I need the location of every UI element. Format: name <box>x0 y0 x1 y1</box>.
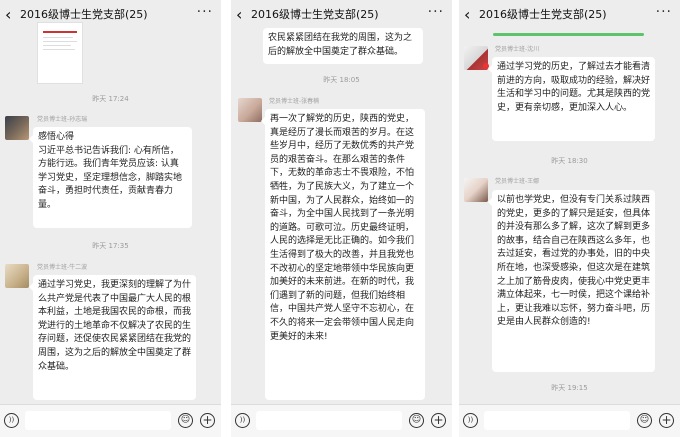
plus-icon[interactable]: + <box>431 413 446 428</box>
chat-header: ‹ 2016级博士生党支部(25) ··· <box>0 0 221 30</box>
chevron-left-icon[interactable]: ‹ <box>464 6 470 24</box>
message-text: 感悟心得 习近平总书记告诉我们: 心有所信，方能行远。我们青年党员应该: 认真学… <box>38 132 183 210</box>
message-text: 以前也学党史，但没有专门关系过陕西的党史，更多的了解只是延安，但具体的并没有那么… <box>497 195 651 328</box>
sender-name: 党员博士班-沈川 <box>495 46 540 53</box>
emoji-icon[interactable]: ☺ <box>178 413 193 428</box>
chat-panel-1: ‹ 2016级博士生党支部(25) ··· 昨天 17:24 党员博士班-孙志瑞… <box>0 0 221 437</box>
input-bar: )) ☺ + <box>0 404 221 437</box>
timestamp: 昨天 17:35 <box>92 242 129 250</box>
emoji-icon[interactable]: ☺ <box>409 413 424 428</box>
message-bubble[interactable]: 通过学习党史，我更深刻的理解了为什么共产党是代表了中国最广大人民的根本利益，土地… <box>29 275 196 400</box>
message-text: 再一次了解党的历史，陕西的党史，真是经历了漫长而艰苦的岁月。在这些岁月中，经历了… <box>270 114 415 342</box>
more-dots-icon[interactable]: ··· <box>656 4 672 20</box>
message-bubble[interactable]: 以前也学党史，但没有专门关系过陕西的党史，更多的了解只是延安，但具体的并没有那么… <box>488 190 655 372</box>
avatar[interactable] <box>238 98 262 122</box>
message-text: 通过学习党的历史，了解过去才能看清前进的方向，吸取成功的经验，解决好生活和学习中… <box>497 62 651 113</box>
avatar[interactable] <box>464 178 488 202</box>
voice-icon[interactable]: )) <box>235 413 250 428</box>
message-bubble[interactable]: 感悟心得 习近平总书记告诉我们: 心有所信，方能行远。我们青年党员应该: 认真学… <box>29 127 192 228</box>
timestamp: 昨天 18:05 <box>323 76 360 84</box>
plus-icon[interactable]: + <box>200 413 215 428</box>
sender-name: 党员博士班-孙志瑞 <box>37 116 88 123</box>
chat-header: ‹ 2016级博士生党支部(25) ··· <box>459 0 680 30</box>
voice-icon[interactable]: )) <box>4 413 19 428</box>
message-bubble[interactable]: 通过学习党的历史，了解过去才能看清前进的方向，吸取成功的经验，解决好生活和学习中… <box>488 57 655 141</box>
chevron-left-icon[interactable]: ‹ <box>5 6 11 24</box>
chevron-left-icon[interactable]: ‹ <box>236 6 242 24</box>
green-divider <box>493 33 644 36</box>
chat-panel-3: ‹ 2016级博士生党支部(25) ··· 党员博士班-沈川 通过学习党的历史，… <box>459 0 680 437</box>
more-dots-icon[interactable]: ··· <box>428 4 444 20</box>
chat-title: 2016级博士生党支部(25) <box>479 8 607 21</box>
sender-name: 党员博士班-牛二波 <box>37 264 88 271</box>
message-bubble[interactable]: 农民紧紧团结在我党的周围，这为之后的解放全中国奠定了群众基础。 <box>263 28 423 64</box>
timestamp: 昨天 17:24 <box>92 95 129 103</box>
message-input[interactable] <box>256 411 402 430</box>
image-message[interactable] <box>37 22 83 84</box>
emoji-icon[interactable]: ☺ <box>637 413 652 428</box>
input-bar: )) ☺ + <box>459 404 680 437</box>
more-dots-icon[interactable]: ··· <box>197 4 213 20</box>
sender-name: 党员博士班-王娜 <box>495 178 540 185</box>
timestamp: 昨天 19:15 <box>551 384 588 392</box>
message-text: 通过学习党史，我更深刻的理解了为什么共产党是代表了中国最广大人民的根本利益，土地… <box>38 280 192 372</box>
avatar[interactable] <box>5 116 29 140</box>
timestamp: 昨天 18:30 <box>551 157 588 165</box>
chat-title: 2016级博士生党支部(25) <box>20 8 148 21</box>
message-input[interactable] <box>25 411 171 430</box>
message-text: 农民紧紧团结在我党的周围，这为之后的解放全中国奠定了群众基础。 <box>268 33 413 57</box>
input-bar: )) ☺ + <box>231 404 452 437</box>
sender-name: 党员博士班-张春楠 <box>269 98 320 105</box>
voice-icon[interactable]: )) <box>463 413 478 428</box>
plus-icon[interactable]: + <box>659 413 674 428</box>
image-thumbnail <box>43 31 77 33</box>
chat-header: ‹ 2016级博士生党支部(25) ··· <box>231 0 452 30</box>
chat-panel-2: ‹ 2016级博士生党支部(25) ··· 农民紧紧团结在我党的周围，这为之后的… <box>231 0 452 437</box>
chat-title: 2016级博士生党支部(25) <box>251 8 379 21</box>
message-bubble[interactable]: 再一次了解党的历史，陕西的党史，真是经历了漫长而艰苦的岁月。在这些岁月中，经历了… <box>261 109 425 400</box>
message-input[interactable] <box>484 411 630 430</box>
avatar[interactable] <box>5 264 29 288</box>
